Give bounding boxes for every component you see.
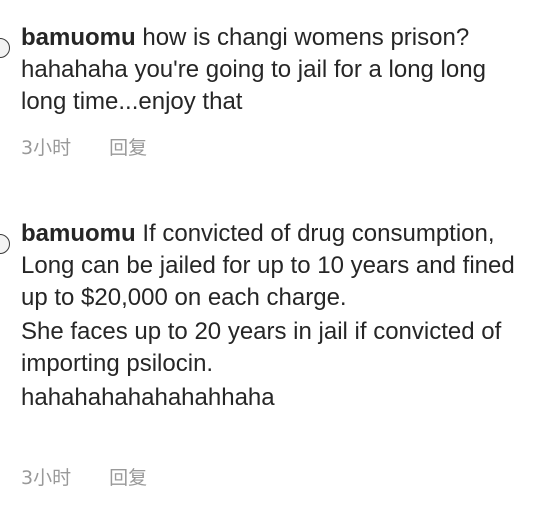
comment-username[interactable]: bamuomu (21, 24, 136, 51)
avatar[interactable] (0, 234, 10, 254)
comment-timestamp: 3小时 (21, 137, 72, 159)
reply-button[interactable]: 回复 (109, 134, 147, 162)
reply-button[interactable]: 回复 (109, 464, 147, 492)
comment-paragraph: bamuomu how is changi womens prison? hah… (21, 22, 536, 118)
comment-meta: 3小时 回复 (21, 464, 147, 492)
comment-paragraph: She faces up to 20 years in jail if conv… (21, 318, 502, 377)
comment-timestamp: 3小时 (21, 467, 72, 489)
comment-username[interactable]: bamuomu (21, 220, 136, 247)
comment-text: bamuomu how is changi womens prison? hah… (21, 22, 536, 120)
comment-paragraph: hahahahahahahahhaha (21, 384, 275, 411)
avatar[interactable] (0, 38, 10, 58)
comment-paragraph: bamuomu If convicted of drug consumption… (21, 218, 536, 314)
comment-meta: 3小时 回复 (21, 134, 147, 162)
comment-text: bamuomu If convicted of drug consumption… (21, 218, 536, 416)
